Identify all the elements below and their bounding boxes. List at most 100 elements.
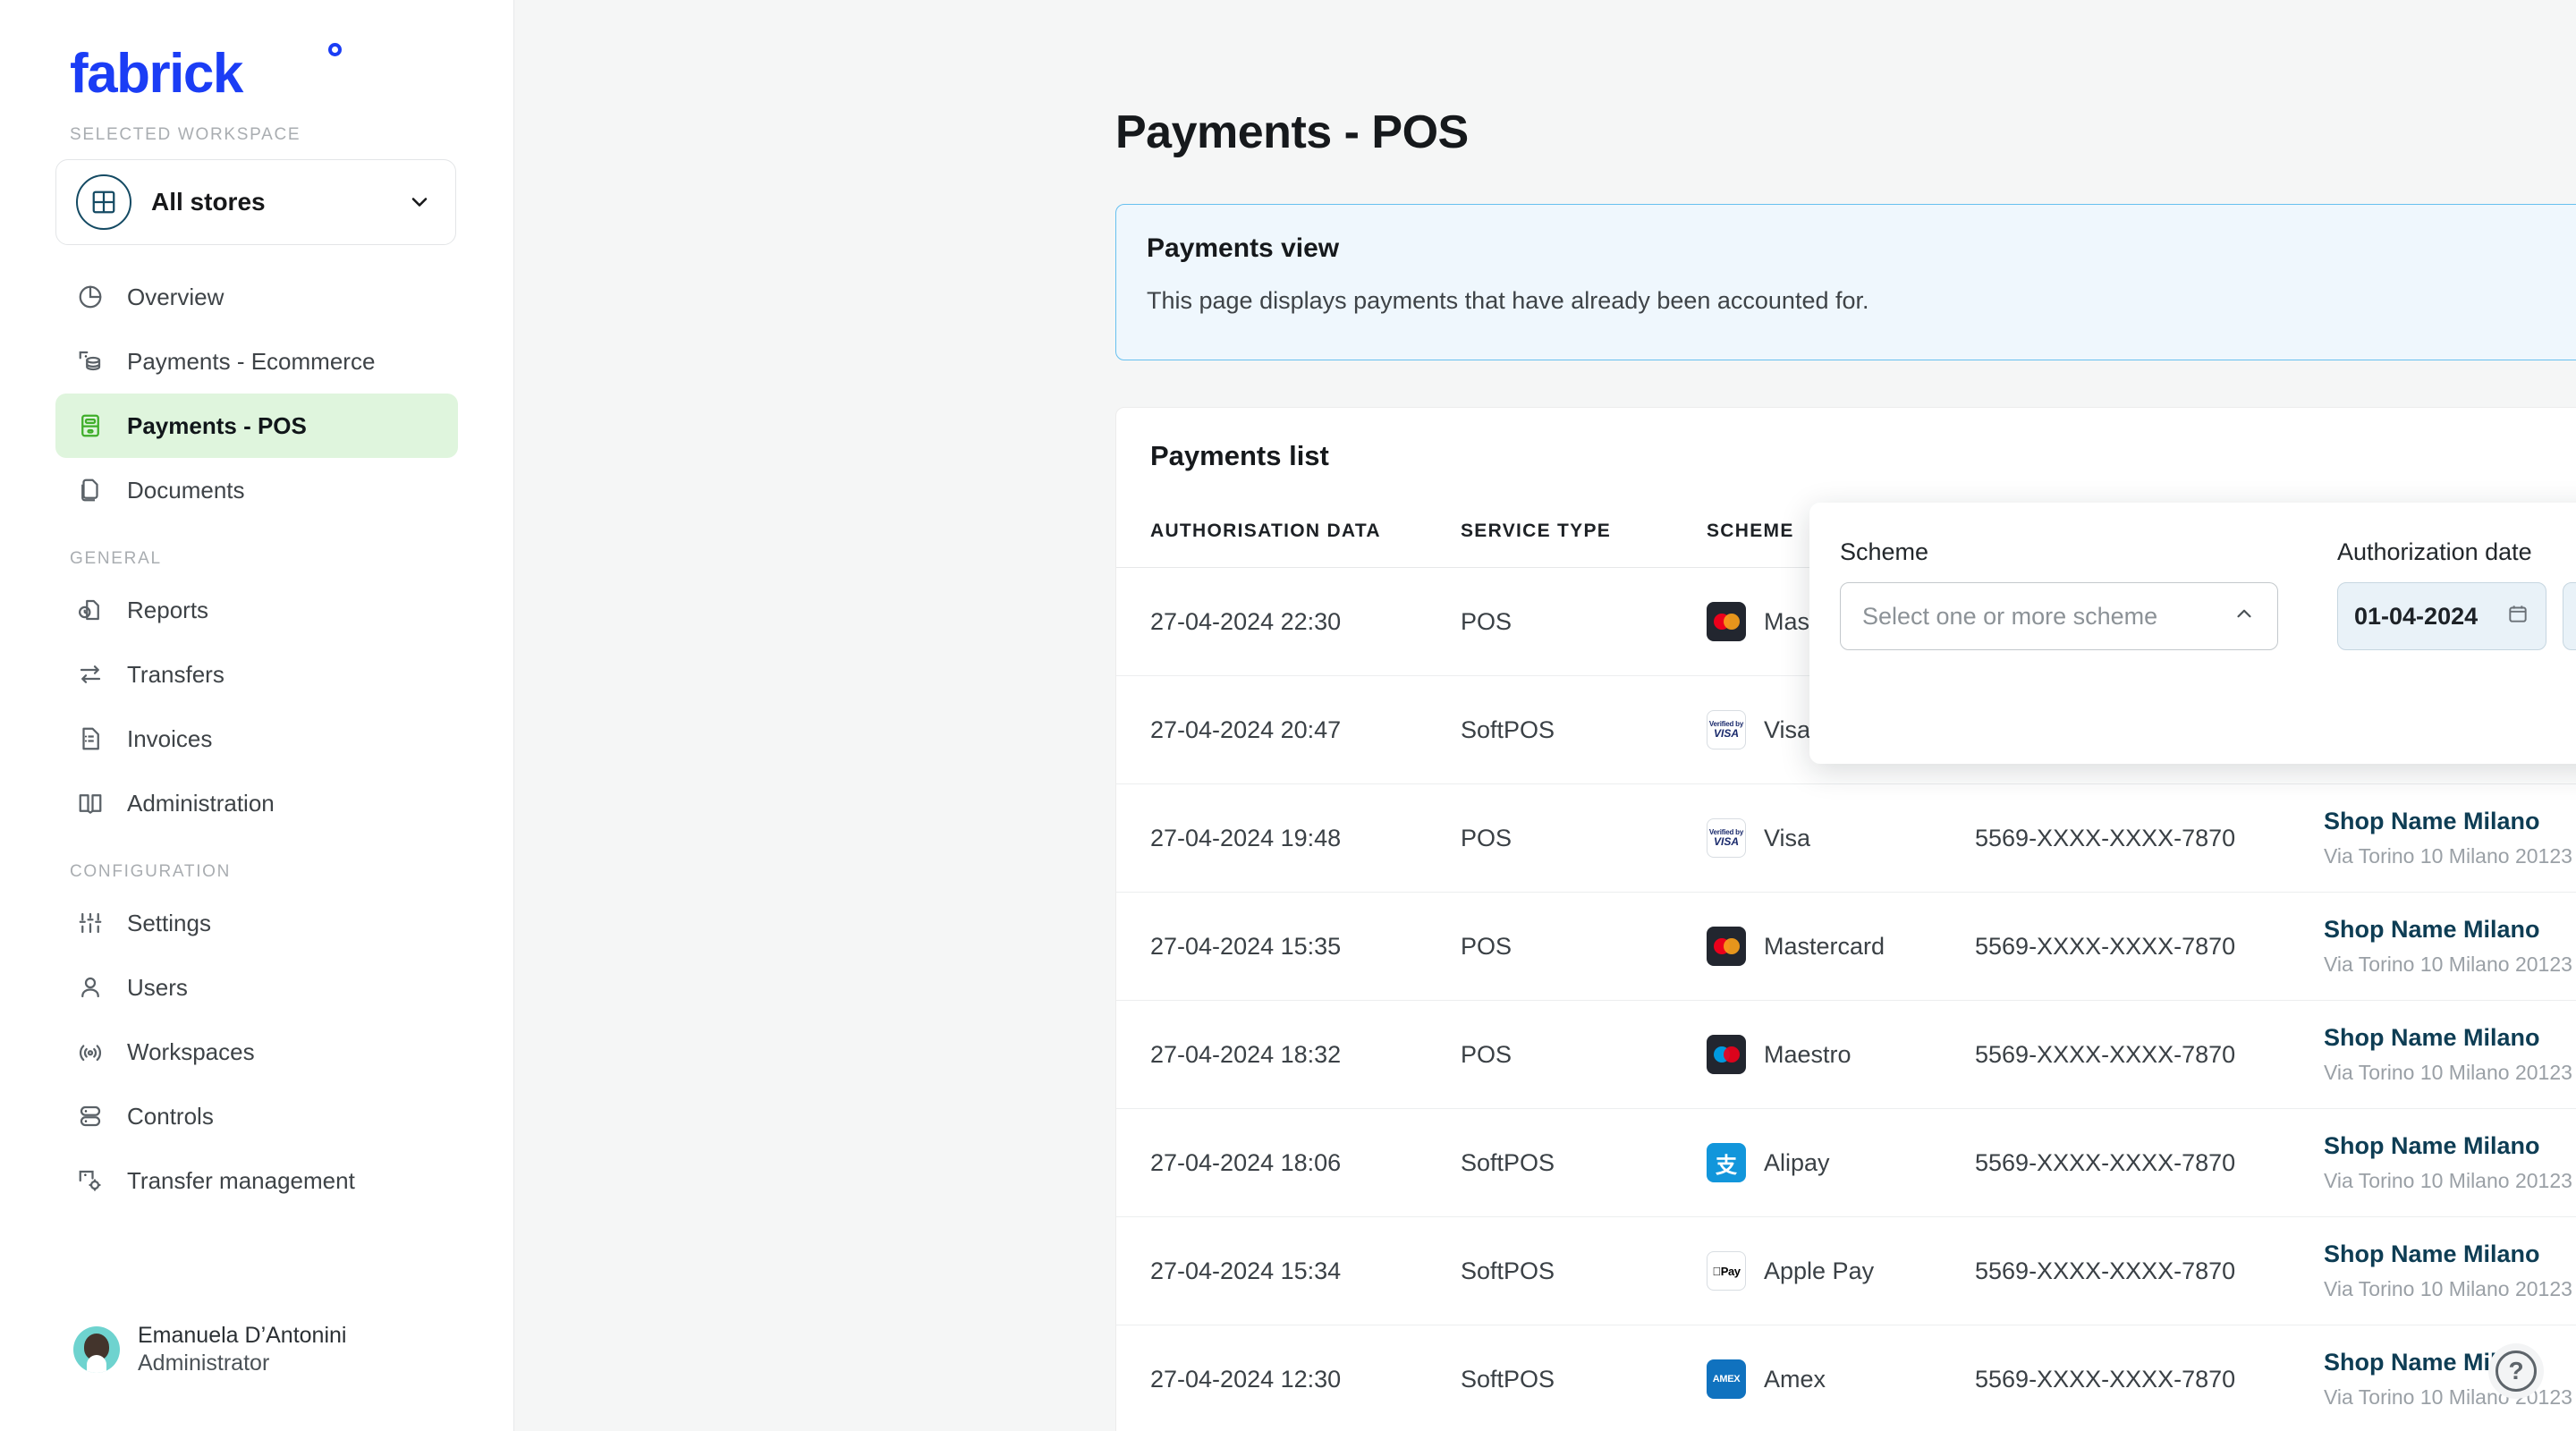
sidebar-item-transfer-management[interactable]: Transfer management bbox=[55, 1148, 458, 1213]
cell-shop: Shop Name Milano Via Torino 10 Milano 201… bbox=[2324, 1108, 2576, 1217]
primary-navigation: Overview Payments - Ecommerce Payments -… bbox=[0, 265, 513, 1213]
documents-icon bbox=[75, 475, 106, 505]
sidebar-item-invoices[interactable]: Invoices bbox=[55, 707, 458, 771]
sidebar-item-transfers[interactable]: Transfers bbox=[55, 642, 458, 707]
shop-name-link[interactable]: Shop Name Milano bbox=[2324, 916, 2576, 944]
sidebar-item-payments-ecommerce[interactable]: Payments - Ecommerce bbox=[55, 329, 458, 394]
table-row[interactable]: 27-04-2024 15:35 POS Mastercard 5569-XXXX-X… bbox=[1116, 892, 2576, 1001]
transfer-settings-icon bbox=[75, 1165, 106, 1196]
cell-service-type: POS bbox=[1461, 892, 1707, 1001]
cell-card-number: 5569-XXXX-XXXX-7870 bbox=[1975, 892, 2324, 1001]
profile-name: Emanuela D’Antonini bbox=[138, 1322, 347, 1348]
sidebar-item-label: Controls bbox=[127, 1102, 214, 1130]
cell-scheme: Mastercard bbox=[1707, 892, 1975, 1001]
sidebar-item-documents[interactable]: Documents bbox=[55, 458, 458, 522]
sidebar-item-label: Overview bbox=[127, 283, 225, 310]
scheme-label: Alipay bbox=[1764, 1148, 1830, 1176]
user-icon bbox=[75, 972, 106, 1003]
cell-scheme: Verified by VISA Visa bbox=[1707, 783, 1975, 893]
shop-address: Via Torino 10 Milano 20123 MI... bbox=[2324, 844, 2576, 868]
mastercard-icon bbox=[1707, 602, 1746, 641]
sidebar: fabrick SELECTED WORKSPACE All stores Ov… bbox=[0, 0, 514, 1431]
workspace-value: All stores bbox=[151, 188, 266, 216]
broadcast-icon bbox=[75, 1037, 106, 1067]
cell-card-number: 5569-XXXX-XXXX-7870 bbox=[1975, 1000, 2324, 1109]
scheme-label: Visa bbox=[1764, 824, 1811, 851]
sidebar-item-label: Administration bbox=[127, 789, 275, 817]
table-row[interactable]: 27-04-2024 19:48 POS Verified by VISA Visa 55… bbox=[1116, 783, 2576, 893]
fabrick-logo: fabrick bbox=[70, 43, 342, 102]
report-clock-icon bbox=[75, 595, 106, 625]
logo-dot-icon bbox=[328, 43, 342, 56]
scheme-label: Visa bbox=[1764, 716, 1811, 743]
workspace-selector[interactable]: All stores bbox=[55, 159, 456, 245]
sidebar-item-administration[interactable]: Administration bbox=[55, 771, 458, 835]
amex-icon: AMEX bbox=[1707, 1359, 1746, 1399]
cell-card-number: 5569-XXXX-XXXX-7870 bbox=[1975, 1108, 2324, 1217]
sidebar-item-overview[interactable]: Overview bbox=[55, 265, 458, 329]
user-profile[interactable]: Emanuela D’Antonini Administrator bbox=[73, 1322, 346, 1378]
sidebar-item-label: Users bbox=[127, 973, 188, 1001]
cell-scheme: 支 Alipay bbox=[1707, 1108, 1975, 1217]
shop-address: Via Torino 10 Milano 20123 MI... bbox=[2324, 1061, 2576, 1084]
shop-name-link[interactable]: Shop Name Milano bbox=[2324, 1024, 2576, 1052]
sidebar-item-label: Payments - POS bbox=[127, 411, 307, 439]
sidebar-item-label: Transfer management bbox=[127, 1166, 355, 1194]
column-service-type: SERVICE TYPE bbox=[1461, 504, 1707, 568]
cell-card-number: 5569-XXXX-XXXX-7870 bbox=[1975, 1216, 2324, 1325]
sidebar-item-users[interactable]: Users bbox=[55, 955, 458, 1020]
sliders-icon bbox=[75, 908, 106, 938]
sidebar-item-reports[interactable]: Reports bbox=[55, 578, 458, 642]
cell-service-type: SoftPOS bbox=[1461, 1108, 1707, 1217]
sidebar-item-label: Documents bbox=[127, 476, 245, 504]
question-mark-icon: ? bbox=[2496, 1351, 2537, 1392]
sidebar-item-workspaces[interactable]: Workspaces bbox=[55, 1020, 458, 1084]
sidebar-group-configuration: CONFIGURATION bbox=[70, 862, 232, 881]
table-row[interactable]: 27-04-2024 15:34SoftPOSPay Apple Pay 5569… bbox=[1116, 1216, 2576, 1325]
cell-service-type: POS bbox=[1461, 1000, 1707, 1109]
shop-address: Via Torino 10 Milano 20123 MI... bbox=[2324, 1277, 2576, 1300]
page-title: Payments - POS bbox=[1115, 106, 1469, 158]
cell-service-type: SoftPOS bbox=[1461, 675, 1707, 784]
shop-name-link[interactable]: Shop Name Milano bbox=[2324, 1240, 2576, 1268]
sidebar-item-label: Transfers bbox=[127, 660, 225, 688]
sidebar-item-label: Payments - Ecommerce bbox=[127, 347, 376, 375]
cell-authorisation-data: 27-04-2024 19:48 bbox=[1116, 783, 1461, 893]
shop-address: Via Torino 10 Milano 20123 MI... bbox=[2324, 1385, 2576, 1409]
server-icon bbox=[75, 1101, 106, 1131]
cell-scheme: AMEX Amex bbox=[1707, 1325, 1975, 1431]
table-row[interactable]: 27-04-2024 12:30 SoftPOS AMEX Amex 5569-XXXX… bbox=[1116, 1325, 2576, 1431]
sidebar-item-label: Workspaces bbox=[127, 1037, 255, 1065]
banner-text: This page displays payments that have al… bbox=[1147, 287, 1869, 314]
shop-name-link[interactable]: Shop Name Milano bbox=[2324, 808, 2576, 835]
cell-authorisation-data: 27-04-2024 20:47 bbox=[1116, 675, 1461, 784]
scheme-label: Maestro bbox=[1764, 1040, 1852, 1068]
sidebar-item-label: Reports bbox=[127, 596, 209, 623]
ecommerce-payments-icon bbox=[75, 346, 106, 377]
cell-service-type: POS bbox=[1461, 783, 1707, 893]
cell-authorisation-data: 27-04-2024 12:30 bbox=[1116, 1325, 1461, 1431]
table-row[interactable]: 27-04-2024 18:06 SoftPOS 支 Alipay 5569-XXXX-… bbox=[1116, 1108, 2576, 1217]
payments-view-banner: Payments view This page displays payment… bbox=[1115, 204, 2576, 360]
help-button[interactable]: ? bbox=[2488, 1343, 2544, 1399]
table-row[interactable]: 27-04-2024 18:32 POS Maestro 5569-XXXX-XXXX… bbox=[1116, 1000, 2576, 1109]
shop-address: Via Torino 10 Milano 20123 MI... bbox=[2324, 953, 2576, 976]
cell-authorisation-data: 27-04-2024 22:30 bbox=[1116, 567, 1461, 676]
maestro-icon bbox=[1707, 1035, 1746, 1074]
date-to-input[interactable]: 27-04-2024 bbox=[2563, 582, 2576, 650]
cell-scheme: Pay Apple Pay bbox=[1707, 1216, 1975, 1325]
sidebar-item-label: Invoices bbox=[127, 724, 213, 752]
cell-scheme: Maestro bbox=[1707, 1000, 1975, 1109]
avatar bbox=[73, 1325, 120, 1373]
cell-card-number: 5569-XXXX-XXXX-7870 bbox=[1975, 783, 2324, 893]
shop-name-link[interactable]: Shop Name Milano bbox=[2324, 1132, 2576, 1160]
logo-text: fabrick bbox=[70, 43, 243, 105]
calendar-icon bbox=[2506, 602, 2529, 631]
sidebar-item-payments-pos[interactable]: Payments - POS bbox=[55, 394, 458, 458]
cell-card-number: 5569-XXXX-XXXX-7870 bbox=[1975, 1325, 2324, 1431]
date-from-input[interactable]: 01-04-2024 bbox=[2337, 582, 2546, 650]
sidebar-item-settings[interactable]: Settings bbox=[55, 891, 458, 955]
scheme-select[interactable]: Select one or more scheme bbox=[1840, 582, 2278, 650]
sidebar-item-controls[interactable]: Controls bbox=[55, 1084, 458, 1148]
sidebar-item-label: Settings bbox=[127, 909, 211, 936]
